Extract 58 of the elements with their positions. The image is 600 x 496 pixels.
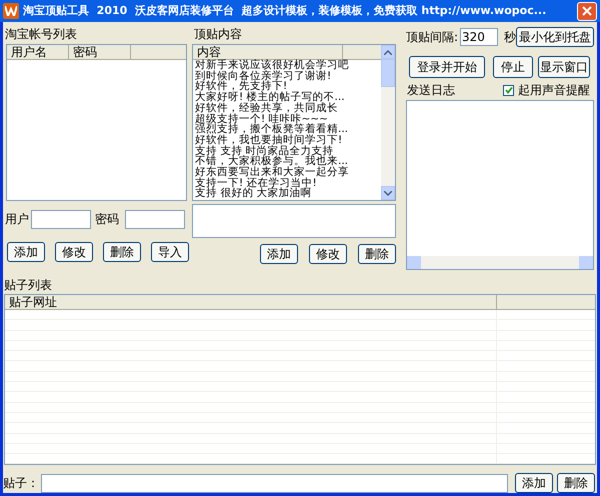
field-label: 贴子： <box>3 475 39 492</box>
scroll-down-icon[interactable] <box>381 186 395 200</box>
content-row[interactable]: 好软件，经验共享，共同成长 <box>193 102 381 114</box>
account-button[interactable]: 修改 <box>55 242 93 262</box>
username-input[interactable] <box>31 210 91 228</box>
content-row[interactable]: 支持 支持 时尚家品全力支持 <box>193 146 381 156</box>
post-button[interactable]: 删除 <box>557 473 595 493</box>
post-table[interactable]: 贴子网址 <box>4 294 596 465</box>
content-row[interactable]: 好软件，先支持下! <box>193 81 381 92</box>
unit-label: 秒 <box>504 29 516 46</box>
account-button[interactable]: 添加 <box>7 242 45 262</box>
field-label: 用户 <box>5 211 29 228</box>
section-label: 发送日志 <box>407 82 455 99</box>
control-button[interactable]: 登录并开始 <box>409 56 485 78</box>
account-button[interactable]: 删除 <box>103 242 141 262</box>
content-button[interactable]: 删除 <box>358 244 396 264</box>
control-button[interactable]: 停止 <box>493 56 533 78</box>
section-label: 淘宝帐号列表 <box>5 27 78 41</box>
password-input[interactable] <box>125 210 185 228</box>
content-row[interactable]: 好东西要写出来和大家一起分享 <box>193 167 381 178</box>
account-list[interactable]: 用户名 密码 <box>6 44 187 201</box>
interval-input[interactable]: 320 <box>460 28 498 46</box>
check-icon <box>504 86 512 94</box>
content-row[interactable]: 超级支持一个! 哇咔咔~~~ <box>193 114 381 124</box>
minimize-button[interactable]: 最小化到托盘 <box>516 27 594 47</box>
content-row[interactable]: 强烈支持，搬个板凳等着看精... <box>193 124 381 135</box>
post-url-input[interactable] <box>41 474 508 492</box>
section-label: 顶贴内容 <box>193 27 243 41</box>
scroll-thumb[interactable] <box>381 59 395 87</box>
content-button[interactable]: 修改 <box>309 244 347 264</box>
field-label: 顶贴间隔: <box>406 29 458 46</box>
content-input[interactable] <box>192 204 396 238</box>
close-icon <box>582 6 592 16</box>
log-box[interactable] <box>406 100 594 270</box>
content-row[interactable]: 到时候向各位亲学习了谢谢! <box>193 70 381 82</box>
content-row[interactable]: 支持一下! 还在学习当中! <box>193 178 381 188</box>
content-row[interactable]: 不错，大家积极参与。我也来... <box>193 156 381 168</box>
horizontal-scrollbar[interactable] <box>407 256 593 269</box>
section-label: 贴子列表 <box>3 278 53 292</box>
sound-checkbox[interactable] <box>503 84 514 96</box>
field-label: 密码 <box>95 211 119 228</box>
control-button[interactable]: 显示窗口 <box>538 56 590 78</box>
vertical-scrollbar[interactable] <box>381 45 395 200</box>
content-list[interactable]: 内容 对新手来说应该很好机会学习吧 到时候向各位亲学习了谢谢! 好软件，先支持下! 大家好呀! 楼主的帖子写的不... 好软件，经验共享，共同成长 超级支持一个! 哇咔咔~~~ 强烈支持，搬个板凳等着看精... 好软件，我也要抽时间学习下! 支持 支持 时尚家品全力支持 不错，大家积极参与。我也来... 好东西要写出来和大家一起分享 支持一下! 还在学习当中! 支持 很好的 大家加油啊 <box>192 44 396 201</box>
app-logo-icon <box>3 3 19 19</box>
content-row[interactable]: 支持 很好的 大家加油啊 <box>193 188 381 200</box>
checkbox-label: 起用声音提醒 <box>518 82 590 99</box>
scroll-up-icon[interactable] <box>381 45 395 59</box>
post-button[interactable]: 添加 <box>515 473 553 493</box>
close-button[interactable] <box>577 2 597 20</box>
content-row[interactable]: 大家好呀! 楼主的帖子写的不... <box>193 92 381 103</box>
window-title: 淘宝顶贴工具 2010 沃皮客网店装修平台 超多设计模板，装修模板，免费获取 http://www.wopoc... <box>23 2 548 19</box>
content-row[interactable]: 好软件，我也要抽时间学习下! <box>193 134 381 146</box>
content-button[interactable]: 添加 <box>260 244 298 264</box>
content-row[interactable]: 对新手来说应该很好机会学习吧 <box>193 60 381 71</box>
column-header[interactable]: 用户名 <box>7 45 69 59</box>
account-button[interactable]: 导入 <box>151 242 189 262</box>
column-header[interactable]: 密码 <box>69 45 131 59</box>
